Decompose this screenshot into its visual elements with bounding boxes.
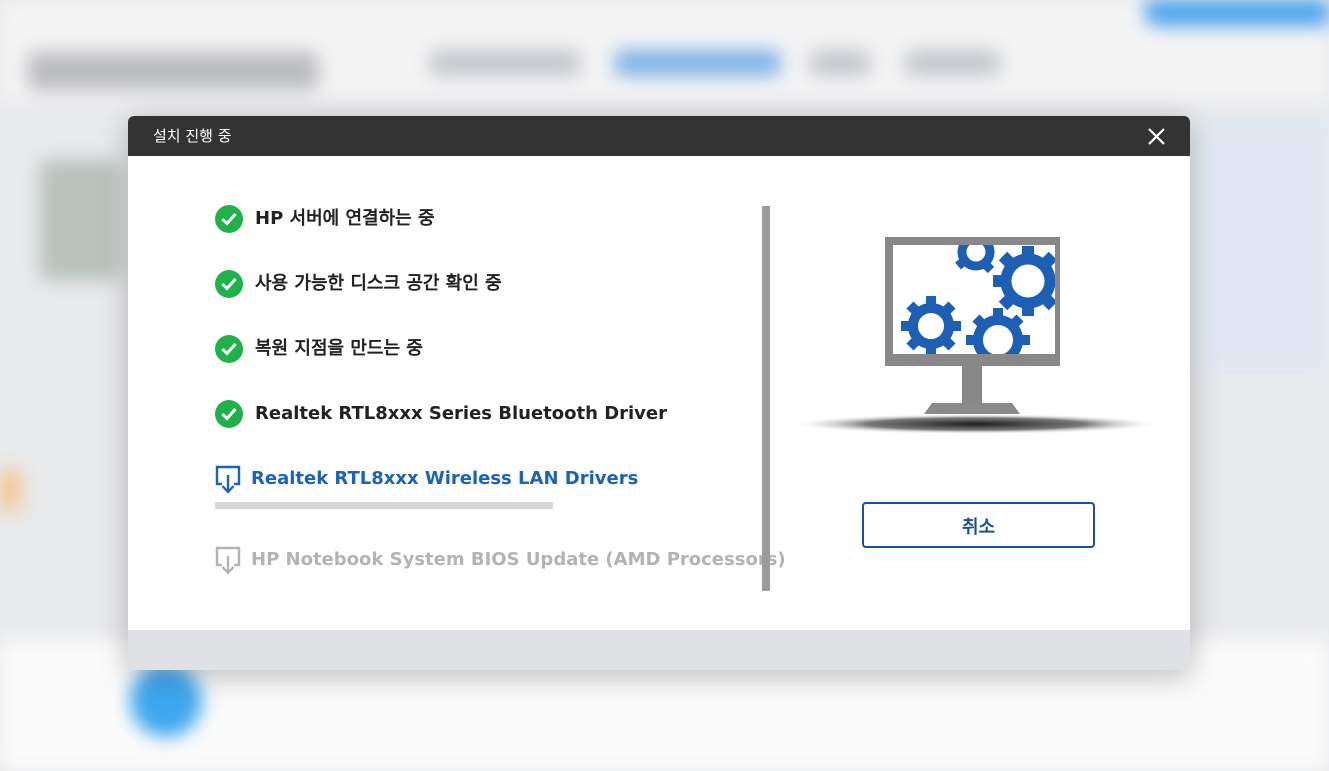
download-icon xyxy=(215,465,241,494)
install-step-label: HP 서버에 연결하는 중 xyxy=(255,208,435,229)
download-icon xyxy=(215,546,241,575)
close-icon xyxy=(1148,128,1165,145)
monitor-gears-icon xyxy=(796,237,1156,434)
background-nav-item xyxy=(430,50,580,76)
background-nav-item xyxy=(615,50,780,76)
check-icon xyxy=(215,205,243,233)
check-icon xyxy=(215,400,243,428)
background-top-button xyxy=(1145,0,1329,26)
background-circle xyxy=(130,665,202,737)
close-button[interactable] xyxy=(1140,123,1174,149)
background-panel xyxy=(1200,120,1329,370)
install-step-label: 복원 지점을 만드는 중 xyxy=(255,338,423,359)
background-nav-item xyxy=(905,50,1000,76)
cancel-button[interactable]: 취소 xyxy=(862,502,1095,548)
dialog-footer xyxy=(128,630,1190,670)
background-nav-item xyxy=(810,50,870,76)
install-step-label: Realtek RTL8xxx Series Bluetooth Driver xyxy=(255,403,668,424)
dialog-titlebar: 설치 진행 중 xyxy=(128,116,1190,156)
install-step-label: HP Notebook System BIOS Update (AMD Proc… xyxy=(251,549,786,570)
vertical-divider xyxy=(762,206,770,591)
install-step-label: Realtek RTL8xxx Wireless LAN Drivers xyxy=(251,468,639,489)
install-step-label: 사용 가능한 디스크 공간 확인 중 xyxy=(255,273,502,294)
background-logo xyxy=(28,52,318,90)
dialog-title: 설치 진행 중 xyxy=(153,127,232,145)
install-progress-dialog: 설치 진행 중 HP 서버에 연결하는 중 사용 가능한 디스크 공간 확인 중 xyxy=(128,116,1190,670)
check-icon xyxy=(215,335,243,363)
check-icon xyxy=(215,270,243,298)
download-progress-bar xyxy=(215,502,553,509)
background-image xyxy=(40,160,120,280)
background-accent xyxy=(0,470,20,510)
